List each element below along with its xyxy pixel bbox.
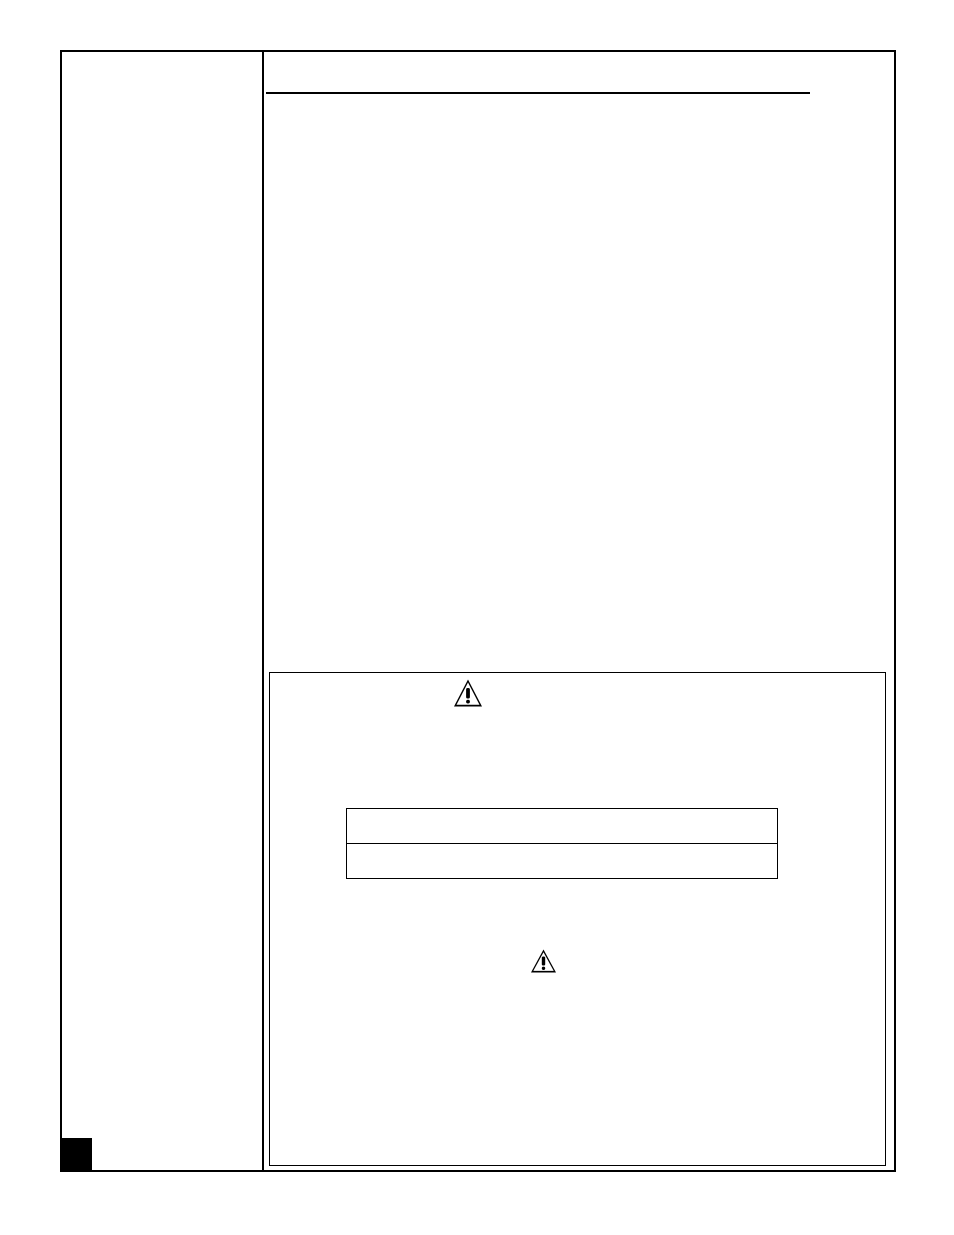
- safety-panel-outer: [269, 672, 886, 1166]
- safety-panel-inner-body: [347, 844, 777, 878]
- warning-icon: [530, 949, 557, 974]
- safety-panel-inner: [346, 808, 778, 879]
- page-bottom-line: [60, 1170, 894, 1172]
- left-column: [62, 50, 262, 1170]
- column-divider: [262, 50, 264, 1170]
- safety-panel-inner-header: [347, 809, 777, 844]
- right-column: [266, 50, 890, 1170]
- page-canvas: [0, 0, 954, 1235]
- page-number-block: [60, 1138, 92, 1170]
- title-rule: [266, 92, 810, 94]
- warning-icon: [453, 679, 483, 708]
